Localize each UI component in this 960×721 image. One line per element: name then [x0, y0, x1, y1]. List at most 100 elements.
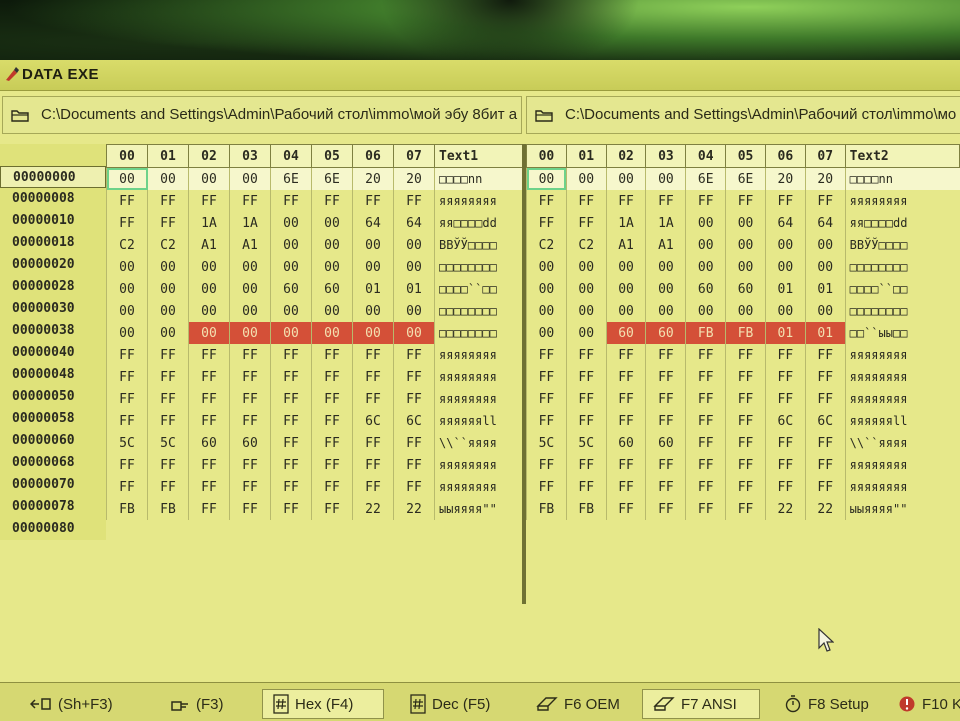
hex-byte-cell[interactable]: FF	[106, 410, 148, 432]
hex-byte-cell[interactable]: C2	[147, 234, 189, 256]
hex-byte-cell[interactable]: FF	[311, 366, 353, 388]
hex-byte-cell[interactable]: A1	[229, 234, 271, 256]
hex-byte-cell[interactable]: FF	[393, 454, 435, 476]
hex-byte-cell[interactable]: 00	[645, 167, 686, 190]
hex-byte-cell[interactable]: FB	[526, 498, 567, 520]
hex-byte-cell[interactable]: 00	[685, 256, 726, 278]
text-cell[interactable]: яяяяяяяя	[434, 344, 532, 366]
text-cell[interactable]: □□□□□□□□	[434, 300, 532, 322]
text-cell[interactable]: □□□□□□□□	[844, 300, 960, 322]
hex-byte-cell[interactable]: 60	[229, 432, 271, 454]
text-cell[interactable]: яяяяяяяя	[434, 388, 532, 410]
hex-byte-cell[interactable]: 00	[188, 278, 230, 300]
text-cell[interactable]: яяяяяяll	[844, 410, 960, 432]
hex-byte-cell[interactable]: FF	[311, 476, 353, 498]
hex-byte-cell[interactable]: FF	[804, 344, 846, 366]
hex-byte-cell[interactable]: FF	[764, 388, 806, 410]
hex-byte-cell[interactable]: FF	[565, 366, 607, 388]
text-cell[interactable]: □□□□``□□	[434, 278, 532, 300]
hex-byte-cell[interactable]: 00	[106, 322, 148, 344]
hex-byte-cell[interactable]: 00	[352, 322, 394, 344]
hex-byte-cell[interactable]: 00	[311, 234, 353, 256]
hex-byte-cell[interactable]: FF	[393, 344, 435, 366]
hex-byte-cell[interactable]: FF	[106, 366, 148, 388]
hex-byte-cell[interactable]: 00	[270, 212, 312, 234]
hex-byte-cell[interactable]: FF	[725, 432, 766, 454]
hex-byte-cell[interactable]: 60	[605, 322, 646, 344]
hex-byte-cell[interactable]: FF	[352, 366, 394, 388]
hex-byte-cell[interactable]: 00	[725, 212, 766, 234]
hex-byte-cell[interactable]: FF	[685, 366, 726, 388]
hex-byte-cell[interactable]: 6E	[725, 167, 766, 190]
hex-byte-cell[interactable]: FF	[147, 190, 189, 212]
hex-byte-cell[interactable]: 00	[725, 300, 766, 322]
hex-byte-cell[interactable]: 6C	[352, 410, 394, 432]
hex-byte-cell[interactable]: FF	[352, 388, 394, 410]
hex-byte-cell[interactable]: 00	[526, 278, 567, 300]
hex-byte-cell[interactable]: 00	[311, 322, 353, 344]
hex-byte-cell[interactable]: FF	[106, 454, 148, 476]
hex-byte-cell[interactable]: 6E	[685, 167, 726, 190]
hex-byte-cell[interactable]: 6C	[804, 410, 846, 432]
hex-byte-cell[interactable]: 00	[229, 300, 271, 322]
hex-byte-cell[interactable]: FF	[804, 388, 846, 410]
hex-byte-cell[interactable]: 22	[804, 498, 846, 520]
hex-byte-cell[interactable]: FF	[526, 410, 567, 432]
hex-byte-cell[interactable]: FF	[526, 476, 567, 498]
hex-byte-cell[interactable]: FF	[605, 498, 646, 520]
text-cell[interactable]: яяяяяяяя	[844, 190, 960, 212]
hex-byte-cell[interactable]: 6C	[764, 410, 806, 432]
hex-byte-cell[interactable]: FF	[685, 476, 726, 498]
hex-byte-cell[interactable]: 60	[645, 322, 686, 344]
hex-byte-cell[interactable]: 00	[526, 300, 567, 322]
hex-byte-cell[interactable]: FF	[270, 454, 312, 476]
hex-byte-cell[interactable]: 00	[229, 322, 271, 344]
hex-byte-cell[interactable]: FF	[605, 410, 646, 432]
hex-byte-cell[interactable]: FF	[188, 498, 230, 520]
hex-byte-cell[interactable]: 64	[804, 212, 846, 234]
hex-byte-cell[interactable]: 00	[645, 300, 686, 322]
hex-byte-cell[interactable]: 00	[311, 212, 353, 234]
hex-byte-cell[interactable]: FF	[188, 454, 230, 476]
hex-byte-cell[interactable]: FF	[725, 344, 766, 366]
hex-byte-cell[interactable]: FF	[188, 388, 230, 410]
hex-byte-cell[interactable]: 00	[188, 167, 230, 190]
open-folder-icon[interactable]	[11, 108, 29, 122]
hex-byte-cell[interactable]: FF	[229, 454, 271, 476]
hex-byte-cell[interactable]: FF	[645, 190, 686, 212]
hex-byte-cell[interactable]: FB	[725, 322, 766, 344]
text-cell[interactable]: ыыяяяя""	[434, 498, 532, 520]
hex-byte-cell[interactable]: FF	[270, 432, 312, 454]
hex-byte-cell[interactable]: 00	[229, 167, 271, 190]
right-file-path-bar[interactable]: C:\Documents and Settings\Admin\Рабочий …	[526, 96, 960, 134]
hex-byte-cell[interactable]: FF	[270, 344, 312, 366]
hex-byte-cell[interactable]: FF	[565, 388, 607, 410]
hex-byte-cell[interactable]: 1A	[645, 212, 686, 234]
hex-byte-cell[interactable]: FF	[645, 344, 686, 366]
hex-byte-cell[interactable]: FF	[393, 476, 435, 498]
hex-byte-cell[interactable]: FF	[352, 476, 394, 498]
hex-byte-cell[interactable]: FF	[804, 190, 846, 212]
hex-byte-cell[interactable]: 00	[565, 256, 607, 278]
hex-byte-cell[interactable]: FF	[685, 498, 726, 520]
hex-byte-cell[interactable]: 00	[605, 167, 646, 190]
hex-byte-cell[interactable]: 00	[270, 234, 312, 256]
hex-byte-cell[interactable]: 00	[147, 256, 189, 278]
hex-byte-cell[interactable]: 00	[106, 278, 148, 300]
hex-byte-cell[interactable]: FF	[565, 410, 607, 432]
hex-byte-cell[interactable]: FF	[311, 190, 353, 212]
hex-byte-cell[interactable]: 00	[565, 300, 607, 322]
hex-byte-cell[interactable]: FF	[764, 432, 806, 454]
text-cell[interactable]: яя□□□□dd	[844, 212, 960, 234]
hex-byte-cell[interactable]: 00	[565, 278, 607, 300]
hex-byte-cell[interactable]: FF	[685, 190, 726, 212]
hex-byte-cell[interactable]: FB	[106, 498, 148, 520]
hex-byte-cell[interactable]: FF	[526, 344, 567, 366]
hex-byte-cell[interactable]: FF	[270, 410, 312, 432]
hex-byte-cell[interactable]: 00	[106, 256, 148, 278]
text-cell[interactable]: яяяяяяяя	[844, 344, 960, 366]
hex-byte-cell[interactable]: 00	[188, 256, 230, 278]
hex-byte-cell[interactable]: FF	[229, 498, 271, 520]
hex-byte-cell[interactable]: 22	[764, 498, 806, 520]
hex-byte-cell[interactable]: 64	[352, 212, 394, 234]
